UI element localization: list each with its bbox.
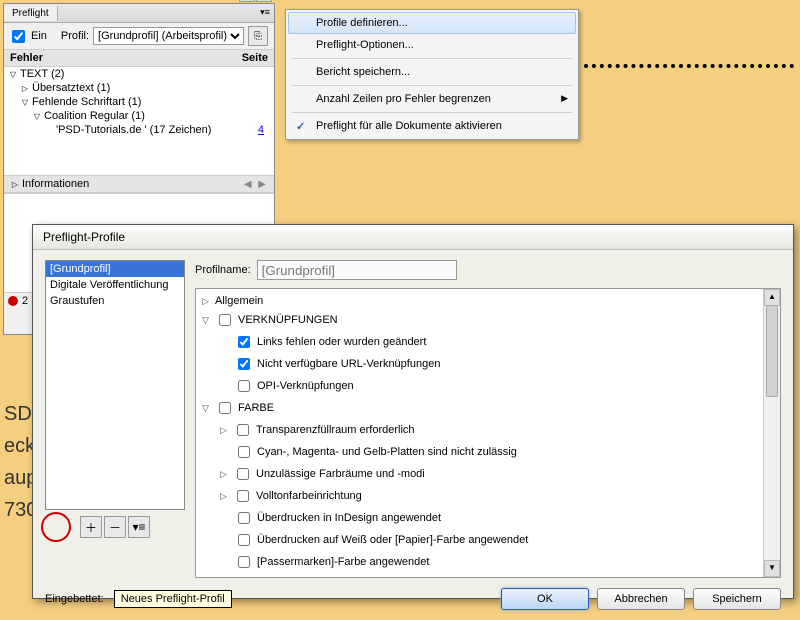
submenu-arrow-icon: ▶ bbox=[561, 93, 568, 104]
embedded-label: Eingebettet: bbox=[45, 593, 104, 605]
menu-activate-all-docs[interactable]: ✓Preflight für alle Dokumente aktivieren bbox=[288, 115, 576, 137]
profilename-input[interactable] bbox=[257, 260, 457, 280]
panel-collapse-icon[interactable]: ◄◄ bbox=[239, 0, 255, 2]
panel-header: ◄◄ ✕ Preflight ▾≡ bbox=[4, 4, 274, 23]
embed-profile-icon[interactable]: ⎘ bbox=[248, 26, 268, 46]
scrollbar[interactable]: ▲▼ bbox=[763, 289, 780, 577]
profile-label: Profil: bbox=[61, 30, 89, 42]
menu-preflight-options[interactable]: Preflight-Optionen... bbox=[288, 34, 576, 56]
menu-save-report[interactable]: Bericht speichern... bbox=[288, 61, 576, 83]
twisty-icon[interactable] bbox=[218, 469, 229, 480]
profile-item-grundprofil[interactable]: [Grundprofil] bbox=[46, 261, 184, 277]
check-icon: ✓ bbox=[296, 120, 305, 133]
links-section-checkbox[interactable] bbox=[219, 314, 231, 326]
profilename-label: Profilname: bbox=[195, 264, 251, 276]
color-spaces-checkbox[interactable] bbox=[237, 468, 249, 480]
save-button[interactable]: Speichern bbox=[693, 588, 781, 610]
dotted-decoration bbox=[584, 64, 794, 68]
error-dot-icon bbox=[8, 296, 18, 306]
twisty-icon[interactable] bbox=[200, 315, 211, 326]
flyout-menu: Profile definieren... Preflight-Optionen… bbox=[285, 9, 579, 140]
menu-limit-rows[interactable]: Anzahl Zeilen pro Fehler begrenzen▶ bbox=[288, 88, 576, 110]
twisty-icon[interactable] bbox=[218, 491, 229, 502]
url-links-checkbox[interactable] bbox=[238, 358, 250, 370]
flyout-menu-button[interactable]: ▾≡ bbox=[257, 5, 273, 19]
profile-list[interactable]: [Grundprofil] Digitale Veröffentlichung … bbox=[45, 260, 185, 510]
errors-tree[interactable]: ▽TEXT (2) ▷Übersatztext (1) ▽Fehlende Sc… bbox=[4, 67, 274, 175]
profile-item-graustufen[interactable]: Graustufen bbox=[46, 293, 184, 309]
highlight-circle bbox=[41, 512, 71, 542]
overprint-white-checkbox[interactable] bbox=[238, 534, 250, 546]
settings-tree[interactable]: ▲▼ Allgemein VERKNÜPFUNGEN Links fehlen … bbox=[195, 288, 781, 578]
cmyk-plates-checkbox[interactable] bbox=[238, 446, 250, 458]
twisty-icon[interactable] bbox=[200, 296, 211, 307]
cancel-button[interactable]: Abbrechen bbox=[597, 588, 685, 610]
preflight-on-checkbox[interactable] bbox=[12, 30, 25, 43]
ok-button[interactable]: OK bbox=[501, 588, 589, 610]
twisty-icon[interactable] bbox=[200, 403, 211, 414]
profile-menu-button[interactable]: ▾≡ bbox=[128, 516, 150, 538]
dialog-title: Preflight-Profile bbox=[33, 225, 793, 250]
color-section-checkbox[interactable] bbox=[219, 402, 231, 414]
opi-links-checkbox[interactable] bbox=[238, 380, 250, 392]
links-missing-checkbox[interactable] bbox=[238, 336, 250, 348]
add-profile-button[interactable]: ＋ bbox=[80, 516, 102, 538]
transparency-checkbox[interactable] bbox=[237, 424, 249, 436]
panel-close-icon[interactable]: ✕ bbox=[256, 0, 272, 2]
panel-tab[interactable]: Preflight bbox=[4, 6, 58, 21]
twisty-icon[interactable] bbox=[218, 425, 229, 436]
profile-select[interactable]: [Grundprofil] (Arbeitsprofil) bbox=[93, 27, 244, 45]
page-link[interactable]: 4 bbox=[258, 124, 270, 136]
profile-item-digital[interactable]: Digitale Veröffentlichung bbox=[46, 277, 184, 293]
preflight-profiles-dialog: Preflight-Profile [Grundprofil] Digitale… bbox=[32, 224, 794, 599]
on-label: Ein bbox=[31, 30, 47, 42]
new-profile-tooltip: Neues Preflight-Profil bbox=[114, 590, 232, 608]
spot-color-checkbox[interactable] bbox=[237, 490, 249, 502]
registration-color-checkbox[interactable] bbox=[238, 556, 250, 568]
overprint-indesign-checkbox[interactable] bbox=[238, 512, 250, 524]
errors-header: Fehler Seite bbox=[4, 49, 274, 67]
menu-define-profiles[interactable]: Profile definieren... bbox=[288, 12, 576, 34]
info-header[interactable]: ▷Informationen◀ ▶ bbox=[4, 175, 274, 193]
remove-profile-button[interactable]: － bbox=[104, 516, 126, 538]
